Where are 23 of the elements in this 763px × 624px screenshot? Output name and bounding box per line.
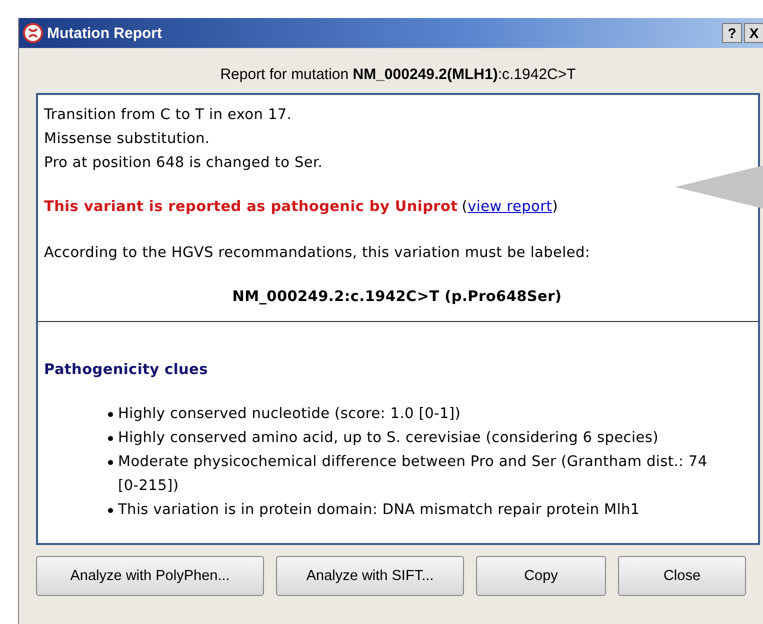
dialog-button[interactable]: Close [618, 556, 746, 596]
report-line: Missense substitution. [44, 130, 211, 149]
report-line: Transition from C to T in exon 17. [44, 106, 293, 125]
link-paren: ) [552, 199, 558, 215]
section-heading: Pathogenicity clues [44, 362, 209, 378]
view-report-link[interactable]: view report [468, 199, 552, 215]
dialog-button[interactable]: Analyze with PolyPhen... [36, 556, 264, 596]
window-close-button[interactable]: X [744, 23, 763, 43]
app-icon [23, 23, 43, 43]
clue-item: Highly conserved amino acid, up to S. cerevisiae (considering 6 species) [108, 426, 718, 450]
help-button[interactable]: ? [722, 23, 742, 43]
link-paren: ( [462, 199, 468, 215]
report-heading: Report for mutation NM_000249.2(MLH1):c.1942C>T [219, 65, 577, 85]
report-line: Pro at position 648 is changed to Ser. [44, 154, 324, 173]
dialog-button[interactable]: Analyze with SIFT... [276, 556, 464, 596]
hgvs-note: According to the HGVS recommandations, this variation must be labeled: [44, 244, 592, 263]
clue-item: This variation is in protein domain: DNA mismatch repair protein Mlh1 [108, 498, 718, 522]
hgvs-label: NM_000249.2:c.1942C>T (p.Pro648Ser) [231, 288, 563, 307]
pathogenic-warning: This variant is reported as pathogenic by Uniprot [44, 199, 458, 215]
clue-item: Highly conserved nucleotide (score: 1.0 [0-1]) [108, 402, 718, 426]
dialog-button[interactable]: Copy [476, 556, 606, 596]
window-title: Mutation Report [47, 24, 162, 42]
clue-item: Moderate physicochemical difference between Pro and Ser (Grantham dist.: 74 [0-215]) [108, 450, 718, 498]
